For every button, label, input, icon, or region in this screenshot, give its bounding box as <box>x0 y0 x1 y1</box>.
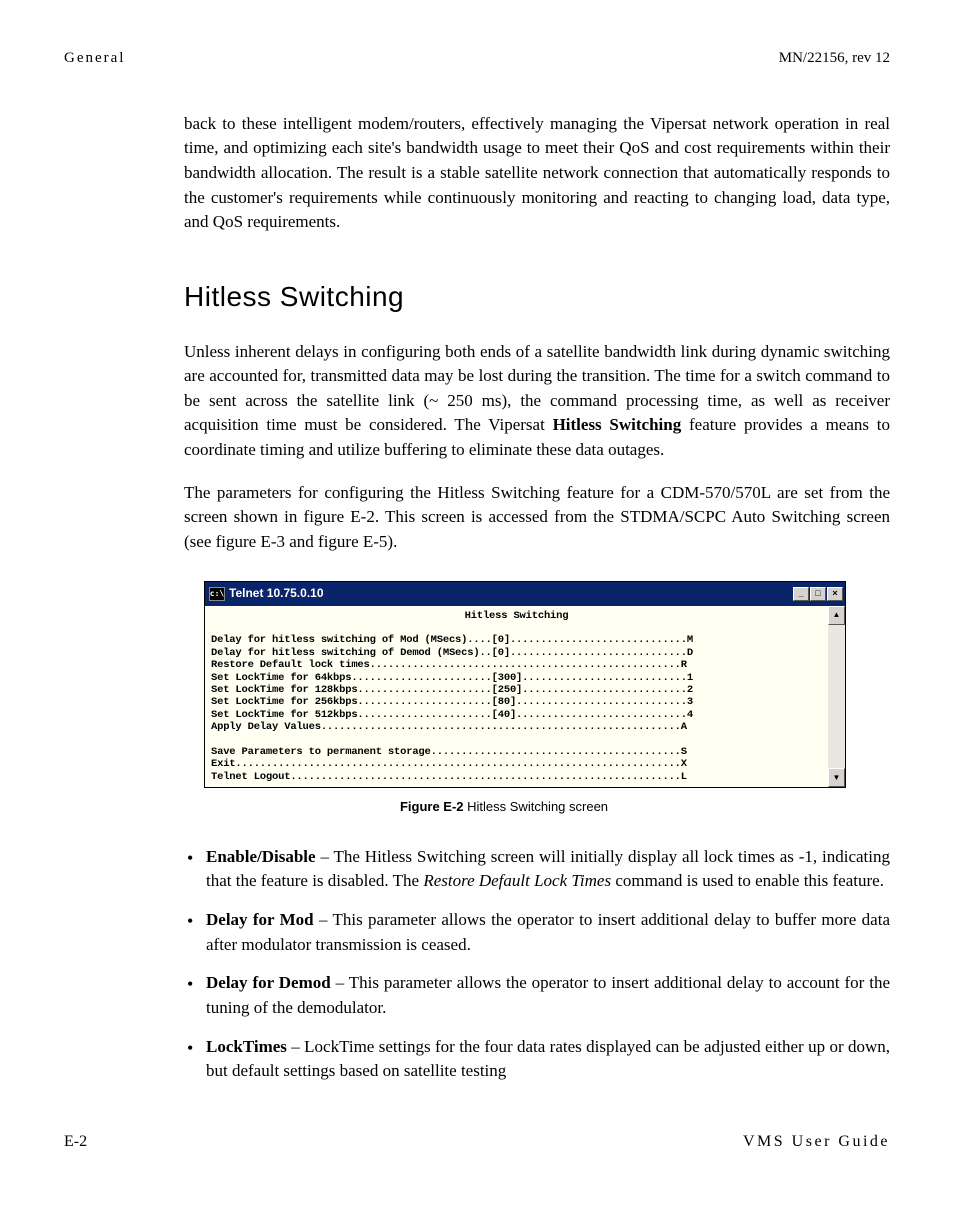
bullet-3-bold: Delay for Demod <box>206 973 331 992</box>
telnet-content: Hitless Switching Delay for hitless swit… <box>205 606 845 787</box>
cmd-prompt-icon: c:\ <box>209 587 225 601</box>
scroll-up-button[interactable]: ▲ <box>828 606 845 625</box>
intro-paragraph: back to these intelligent modem/routers,… <box>184 112 890 235</box>
bullet-1-bold: Enable/Disable <box>206 847 316 866</box>
term-line-4: Set LockTime for 64kbps.................… <box>211 672 693 684</box>
term-line-3: Restore Default lock times..............… <box>211 659 687 671</box>
bullet-list: Enable/Disable – The Hitless Switching s… <box>184 845 890 1084</box>
footer-doc-title: VMS User Guide <box>743 1130 890 1153</box>
page-header: General MN/22156, rev 12 <box>64 48 890 70</box>
footer-page-number: E-2 <box>64 1130 87 1153</box>
term-line-11: Exit....................................… <box>211 758 687 770</box>
figure-e2: c:\ Telnet 10.75.0.10 _ □ × Hitless Swit… <box>204 581 890 788</box>
bullet-1-italic: Restore Default Lock Times <box>423 871 611 890</box>
section-title-hitless-switching: Hitless Switching <box>184 277 890 318</box>
bullet-4-bold: LockTimes <box>206 1037 287 1056</box>
paragraph-2: The parameters for configuring the Hitle… <box>184 481 890 555</box>
bullet-2-bold: Delay for Mod <box>206 910 314 929</box>
terminal-heading: Hitless Switching <box>211 610 822 622</box>
term-line-6: Set LockTime for 256kbps................… <box>211 696 693 708</box>
telnet-window: c:\ Telnet 10.75.0.10 _ □ × Hitless Swit… <box>204 581 846 788</box>
term-line-12: Telnet Logout...........................… <box>211 771 687 783</box>
paragraph-1: Unless inherent delays in configuring bo… <box>184 340 890 463</box>
hitless-switching-bold: Hitless Switching <box>553 415 682 434</box>
figure-caption: Figure E-2 Hitless Switching screen <box>184 798 824 817</box>
telnet-title-text: Telnet 10.75.0.10 <box>229 585 324 602</box>
header-doc-id: MN/22156, rev 12 <box>779 48 890 70</box>
figure-desc: Hitless Switching screen <box>464 799 609 814</box>
close-button[interactable]: × <box>827 587 843 601</box>
window-controls: _ □ × <box>793 587 843 601</box>
header-section-label: General <box>64 48 125 70</box>
bullet-delay-mod: Delay for Mod – This parameter allows th… <box>184 908 890 957</box>
term-line-2: Delay for hitless switching of Demod (MS… <box>211 647 693 659</box>
term-line-7: Set LockTime for 512kbps................… <box>211 709 693 721</box>
telnet-terminal[interactable]: Hitless Switching Delay for hitless swit… <box>205 606 828 787</box>
term-line-10: Save Parameters to permanent storage....… <box>211 746 687 758</box>
scroll-down-button[interactable]: ▼ <box>828 768 845 787</box>
bullet-1-b: command is used to enable this feature. <box>611 871 884 890</box>
bullet-4-rest: – LockTime settings for the four data ra… <box>206 1037 890 1081</box>
term-line-5: Set LockTime for 128kbps................… <box>211 684 693 696</box>
page-footer: E-2 VMS User Guide <box>64 1130 890 1153</box>
term-line-8: Apply Delay Values......................… <box>211 721 687 733</box>
maximize-button[interactable]: □ <box>810 587 826 601</box>
figure-label: Figure E-2 <box>400 799 464 814</box>
minimize-button[interactable]: _ <box>793 587 809 601</box>
bullet-enable-disable: Enable/Disable – The Hitless Switching s… <box>184 845 890 894</box>
telnet-titlebar[interactable]: c:\ Telnet 10.75.0.10 _ □ × <box>205 582 845 606</box>
telnet-titlebar-left: c:\ Telnet 10.75.0.10 <box>209 585 324 602</box>
bullet-delay-demod: Delay for Demod – This parameter allows … <box>184 971 890 1020</box>
scroll-track[interactable] <box>828 625 845 768</box>
bullet-locktimes: LockTimes – LockTime settings for the fo… <box>184 1035 890 1084</box>
scrollbar[interactable]: ▲ ▼ <box>828 606 845 787</box>
term-line-1: Delay for hitless switching of Mod (MSec… <box>211 634 693 646</box>
